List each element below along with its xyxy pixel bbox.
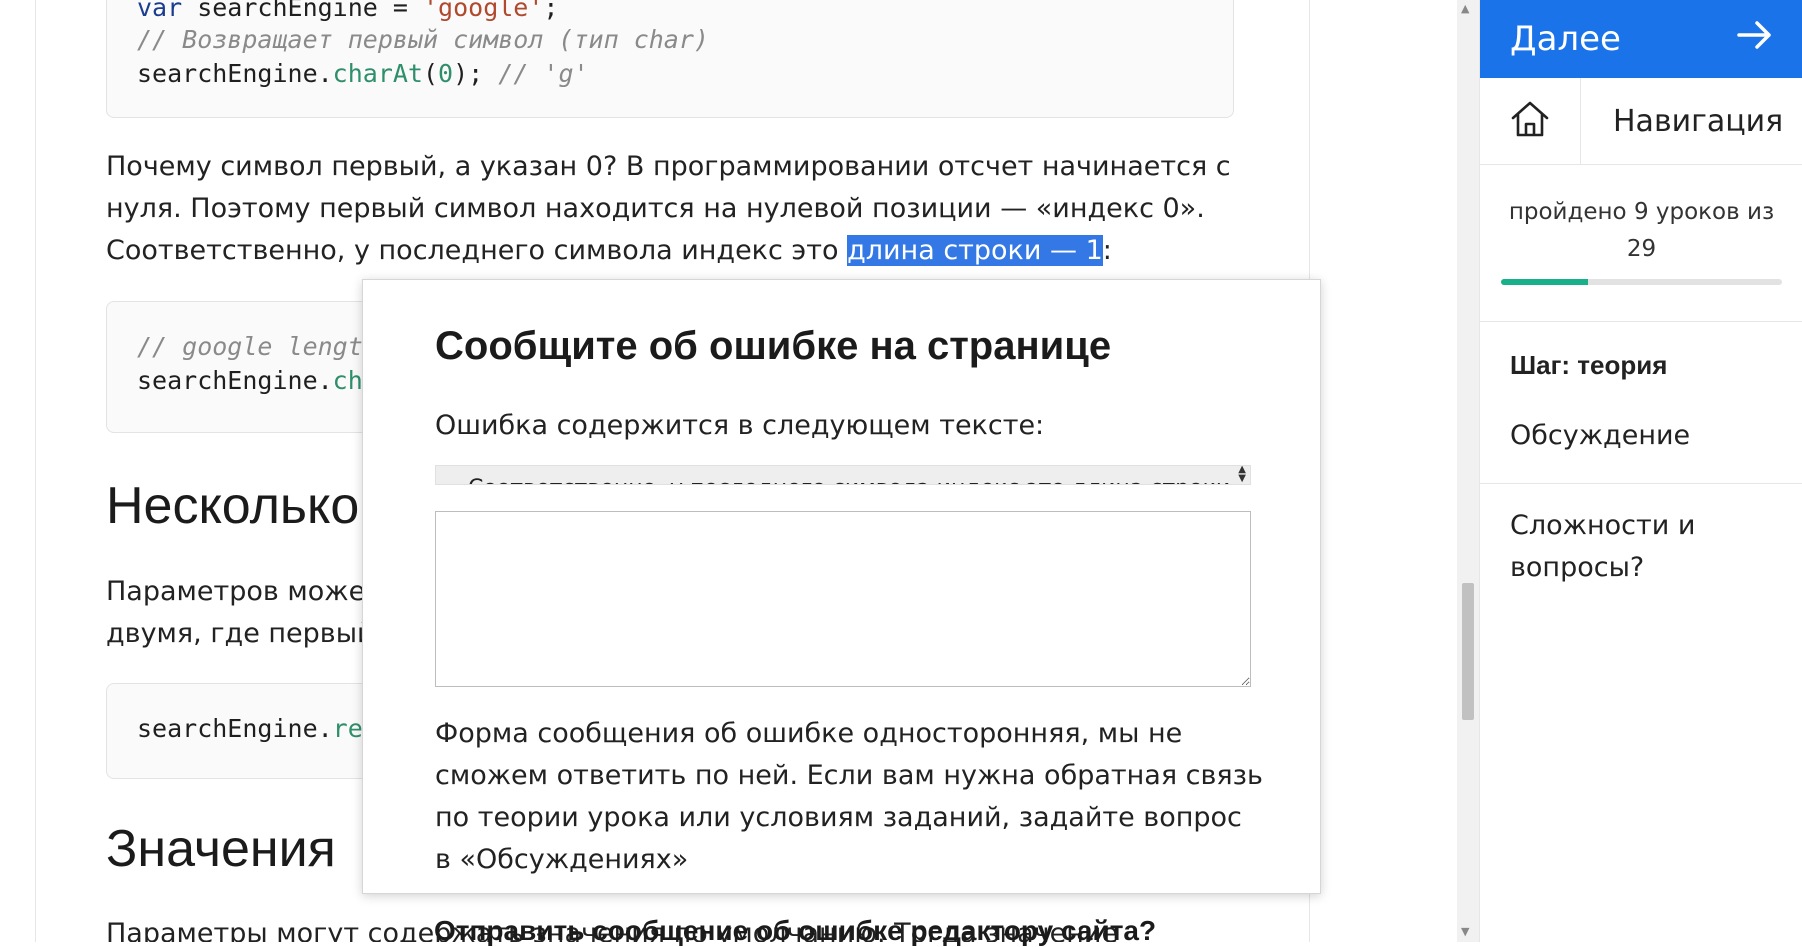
- divider: [1480, 483, 1802, 484]
- code-comment: // Возвращает первый символ (тип char): [137, 25, 709, 54]
- navigation-row: Навигация: [1480, 78, 1802, 165]
- scroll-down-icon[interactable]: ▼: [1461, 925, 1469, 938]
- home-button[interactable]: [1480, 78, 1581, 164]
- progress-fill: [1501, 279, 1589, 285]
- section-heading: Значения: [106, 820, 336, 878]
- submit-question: Отправить сообщение об ошибке редактору …: [434, 915, 1157, 946]
- progress-text: пройдено 9 уроков из 29: [1508, 199, 1775, 262]
- progress-bar: [1501, 279, 1782, 285]
- paragraph-line: двумя, где первый: [106, 618, 375, 649]
- page-scrollbar[interactable]: ▲ ▼: [1457, 0, 1479, 942]
- paragraph-line: Почему символ первый, а указан 0? В прог…: [106, 151, 1231, 182]
- step-theory[interactable]: Шаг: теория: [1510, 350, 1667, 381]
- navigation-button[interactable]: Навигация: [1581, 78, 1802, 164]
- dialog-title: Сообщите об ошибке на странице: [435, 324, 1112, 368]
- select-arrows-icon: ▲ ▼: [1238, 465, 1246, 484]
- code-block-charat: var searchEngine = 'google'; // Возвраща…: [106, 0, 1234, 118]
- error-comment-textarea[interactable]: [435, 511, 1251, 687]
- scroll-thumb[interactable]: [1462, 583, 1474, 720]
- questions-link[interactable]: Сложности и вопросы?: [1510, 505, 1760, 589]
- code-line-charat: searchEngine.charAt(0); // 'g': [137, 59, 589, 88]
- error-text-select[interactable]: Соответственно, у последнего символа инд…: [435, 465, 1251, 485]
- lesson-sidebar: Далее Навигация пройдено 9 уроков из 29 …: [1479, 0, 1802, 942]
- code-comment: // google length: [137, 332, 378, 361]
- next-button-label: Далее: [1510, 19, 1621, 59]
- next-button[interactable]: Далее: [1480, 0, 1802, 78]
- select-value: Соответственно, у последнего символа инд…: [468, 476, 1250, 484]
- scroll-up-icon[interactable]: ▲: [1461, 2, 1469, 15]
- paragraph-line: нуля. Поэтому первый символ находится на…: [106, 193, 1205, 224]
- dialog-note: Форма сообщения об ошибке односторонняя,…: [435, 718, 1263, 875]
- dialog-label: Ошибка содержится в следующем тексте:: [435, 410, 1045, 441]
- arrow-right-icon: [1737, 19, 1773, 59]
- home-icon: [1509, 99, 1551, 143]
- code-line-declaration: var searchEngine = 'google';: [137, 0, 559, 22]
- discussion-link[interactable]: Обсуждение: [1510, 420, 1690, 451]
- error-report-dialog: Сообщите об ошибке на странице Ошибка со…: [362, 279, 1321, 894]
- progress-panel: пройдено 9 уроков из 29: [1480, 164, 1802, 322]
- selected-text[interactable]: длина строки — 1: [847, 235, 1103, 266]
- paragraph-line: Соответственно, у последнего символа инд…: [106, 235, 1112, 266]
